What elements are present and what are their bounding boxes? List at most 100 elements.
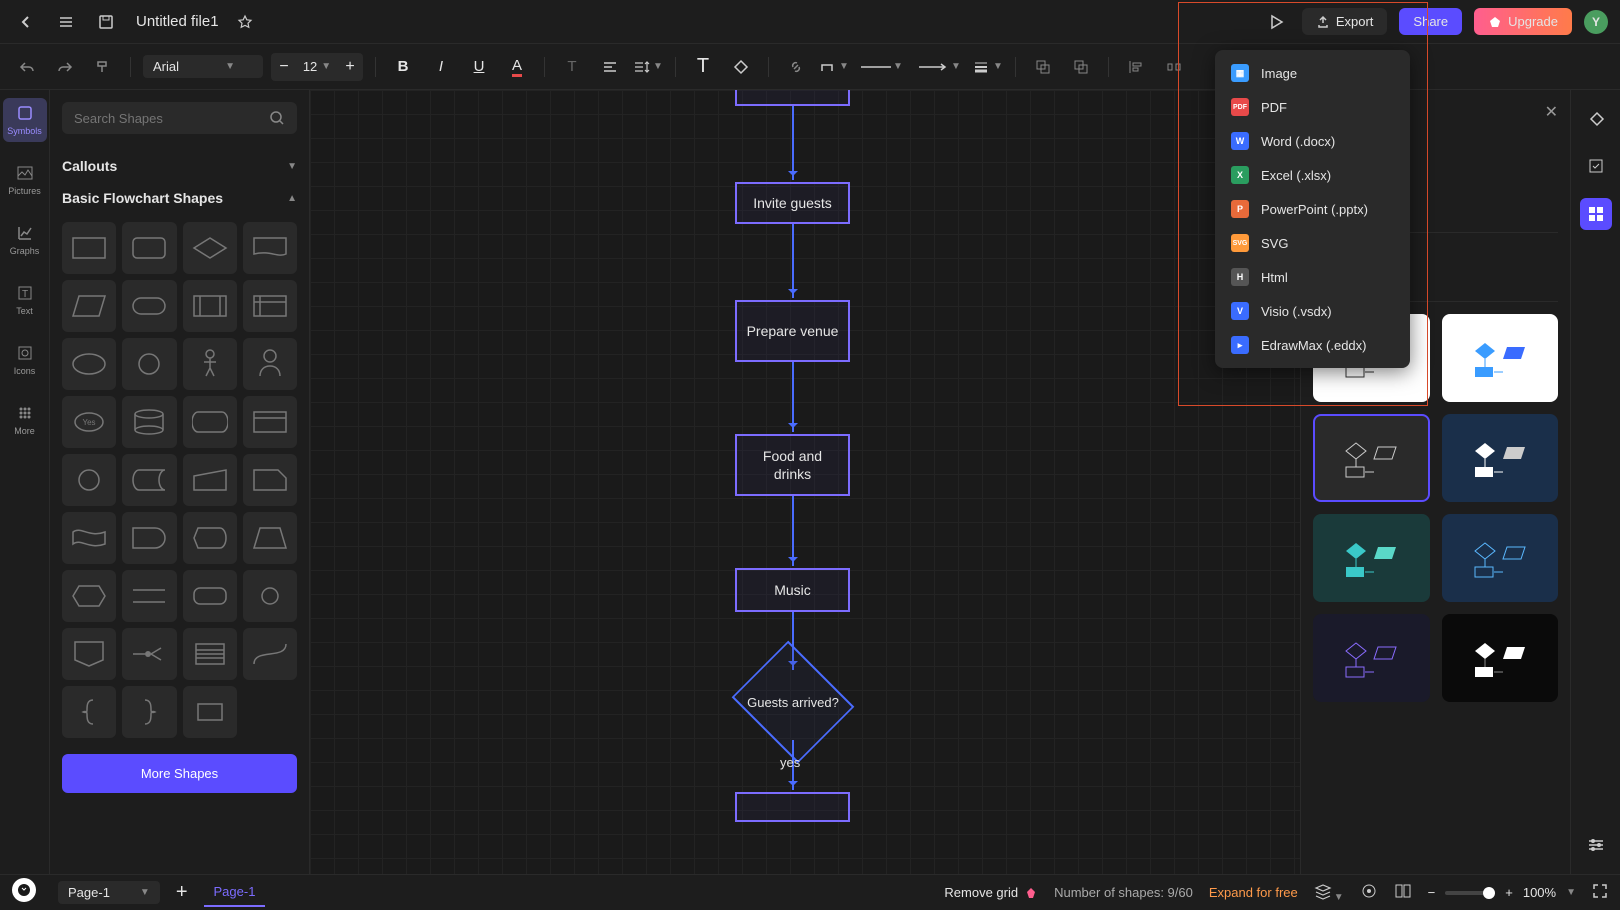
- undo-button[interactable]: [12, 52, 42, 82]
- text-tool-button[interactable]: T: [688, 52, 718, 82]
- fill-button[interactable]: [726, 52, 756, 82]
- theme-mono[interactable]: [1442, 614, 1559, 702]
- arrow-1-2[interactable]: [792, 224, 794, 298]
- section-callouts[interactable]: Callouts▼: [62, 150, 297, 182]
- shape-curve[interactable]: [243, 628, 297, 680]
- shape-actor[interactable]: [183, 338, 237, 390]
- upgrade-button[interactable]: Upgrade: [1474, 8, 1572, 35]
- flow-node-6[interactable]: [735, 792, 850, 822]
- text-direction-button[interactable]: T: [557, 52, 587, 82]
- flow-node-invite[interactable]: Invite guests: [735, 182, 850, 224]
- shape-search-input[interactable]: [74, 111, 261, 126]
- redo-button[interactable]: [50, 52, 80, 82]
- focus-button[interactable]: [1360, 882, 1378, 903]
- bring-front-button[interactable]: [1028, 52, 1058, 82]
- shape-rect[interactable]: [62, 222, 116, 274]
- theme-purple[interactable]: [1313, 614, 1430, 702]
- line-weight-button[interactable]: ▼: [973, 52, 1003, 82]
- expand-for-free[interactable]: Expand for free: [1209, 885, 1298, 900]
- shape-diamond[interactable]: [183, 222, 237, 274]
- export-visio[interactable]: VVisio (.vsdx): [1221, 294, 1404, 328]
- shape-brace-left[interactable]: [62, 686, 116, 738]
- rail-icons[interactable]: Icons: [3, 338, 47, 382]
- shape-delay[interactable]: [122, 512, 176, 564]
- shape-card[interactable]: [243, 396, 297, 448]
- italic-button[interactable]: I: [426, 52, 456, 82]
- export-image[interactable]: ▦Image: [1221, 56, 1404, 90]
- flow-node-food[interactable]: Food and drinks: [735, 434, 850, 496]
- line-spacing-button[interactable]: ▼: [633, 52, 663, 82]
- page-tab-1[interactable]: Page-1: [204, 878, 266, 907]
- play-button[interactable]: [1262, 8, 1290, 36]
- fullscreen-button[interactable]: [1592, 883, 1608, 902]
- shape-manual-input[interactable]: [183, 454, 237, 506]
- export-pdf[interactable]: PDFPDF: [1221, 90, 1404, 124]
- align-objects-button[interactable]: [1121, 52, 1151, 82]
- zoom-out[interactable]: −: [1428, 885, 1436, 900]
- shape-predefined[interactable]: [183, 280, 237, 332]
- shape-user[interactable]: [243, 338, 297, 390]
- rail-symbols[interactable]: Symbols: [3, 98, 47, 142]
- align-button[interactable]: [595, 52, 625, 82]
- shape-direct-data[interactable]: [183, 396, 237, 448]
- add-page-button[interactable]: +: [176, 881, 188, 904]
- arrow-2-3[interactable]: [792, 362, 794, 432]
- shape-document[interactable]: [243, 222, 297, 274]
- format-painter-button[interactable]: [88, 52, 118, 82]
- arrow-style-button[interactable]: ▼: [915, 52, 965, 82]
- share-button[interactable]: Share: [1399, 8, 1462, 35]
- export-word[interactable]: WWord (.docx): [1221, 124, 1404, 158]
- shape-summing[interactable]: [122, 628, 176, 680]
- shape-trapezoid[interactable]: [243, 512, 297, 564]
- shape-connector-circle[interactable]: [62, 454, 116, 506]
- font-selector[interactable]: Arial▼: [143, 55, 263, 78]
- rail-text[interactable]: TText: [3, 278, 47, 322]
- shape-circle[interactable]: [122, 338, 176, 390]
- theme-tool[interactable]: [1580, 198, 1612, 230]
- filename[interactable]: Untitled file1: [136, 13, 219, 30]
- fill-tool[interactable]: [1580, 102, 1612, 134]
- shape-terminator[interactable]: [122, 280, 176, 332]
- shape-internal-storage[interactable]: [243, 280, 297, 332]
- flow-node-music[interactable]: Music: [735, 568, 850, 612]
- shape-rounded2[interactable]: [183, 570, 237, 622]
- shape-stored-data[interactable]: [122, 454, 176, 506]
- export-excel[interactable]: XExcel (.xlsx): [1221, 158, 1404, 192]
- back-button[interactable]: [12, 8, 40, 36]
- rail-more[interactable]: More: [3, 398, 47, 442]
- export-powerpoint[interactable]: PPowerPoint (.pptx): [1221, 192, 1404, 226]
- font-size-value[interactable]: 12▼: [297, 59, 337, 74]
- shape-brace-right[interactable]: [122, 686, 176, 738]
- shape-search[interactable]: [62, 102, 297, 134]
- menu-button[interactable]: [52, 8, 80, 36]
- flow-node-prepare[interactable]: Prepare venue: [735, 300, 850, 362]
- shape-parallel[interactable]: [122, 570, 176, 622]
- rail-pictures[interactable]: Pictures: [3, 158, 47, 202]
- arrow-0-1[interactable]: [792, 106, 794, 180]
- favorite-star-icon[interactable]: [231, 8, 259, 36]
- layers-button[interactable]: ▼: [1314, 882, 1344, 903]
- flow-node-0[interactable]: [735, 90, 850, 106]
- theme-teal[interactable]: [1313, 514, 1430, 602]
- shape-annotation[interactable]: [183, 628, 237, 680]
- theme-blue-light[interactable]: [1442, 314, 1559, 402]
- font-size-plus[interactable]: +: [337, 53, 363, 81]
- zoom-slider[interactable]: [1445, 891, 1495, 895]
- canvas[interactable]: Invite guests Prepare venue Food and dri…: [310, 90, 1300, 874]
- remove-grid-button[interactable]: Remove grid: [944, 885, 1038, 900]
- connector-style-button[interactable]: ▼: [819, 52, 849, 82]
- save-icon[interactable]: [92, 8, 120, 36]
- app-logo[interactable]: [12, 878, 36, 902]
- shape-ellipse[interactable]: [62, 338, 116, 390]
- line-style-button[interactable]: ▼: [857, 52, 907, 82]
- shape-small-circle[interactable]: [243, 570, 297, 622]
- settings-toggle[interactable]: [1586, 835, 1606, 860]
- shape-rounded-rect[interactable]: [122, 222, 176, 274]
- replace-tool[interactable]: [1580, 150, 1612, 182]
- zoom-in[interactable]: +: [1505, 885, 1513, 900]
- pages-view-button[interactable]: [1394, 882, 1412, 903]
- close-panel-button[interactable]: ✕: [1545, 102, 1558, 122]
- page-selector[interactable]: Page-1▼: [58, 881, 160, 904]
- section-basic-flowchart[interactable]: Basic Flowchart Shapes▲: [62, 182, 297, 214]
- shape-yes-badge[interactable]: Yes: [62, 396, 116, 448]
